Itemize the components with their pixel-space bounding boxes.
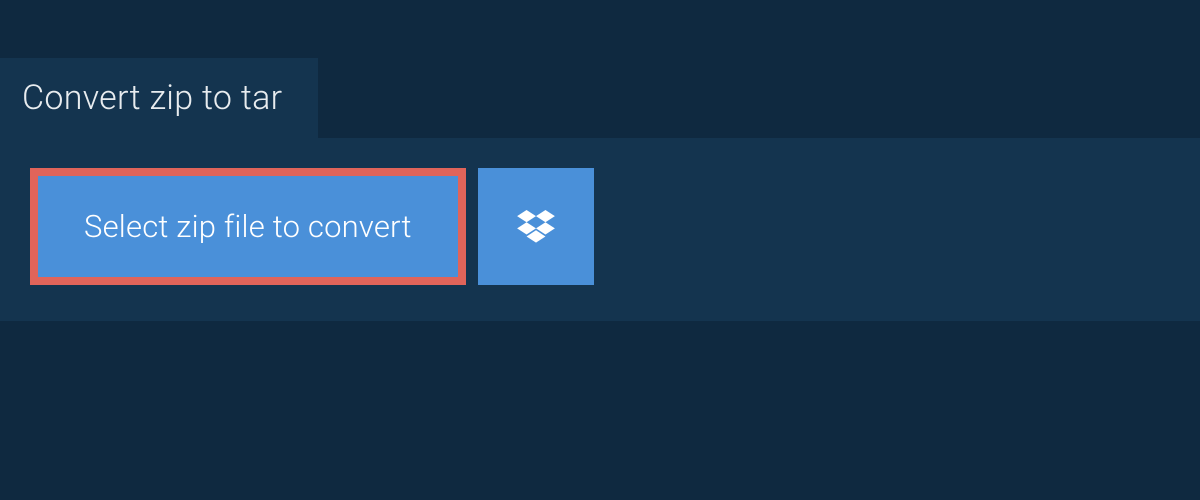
select-file-button[interactable]: Select zip file to convert: [30, 168, 466, 285]
dropbox-button[interactable]: [478, 168, 594, 285]
dropbox-icon: [517, 210, 555, 244]
upload-panel: Select zip file to convert: [0, 138, 1200, 321]
tab-bar: Convert zip to tar: [0, 0, 1200, 138]
select-file-label: Select zip file to convert: [84, 208, 412, 245]
tab-title: Convert zip to tar: [22, 78, 282, 118]
tab-convert-zip-to-tar[interactable]: Convert zip to tar: [0, 58, 318, 138]
button-row: Select zip file to convert: [30, 168, 1170, 285]
